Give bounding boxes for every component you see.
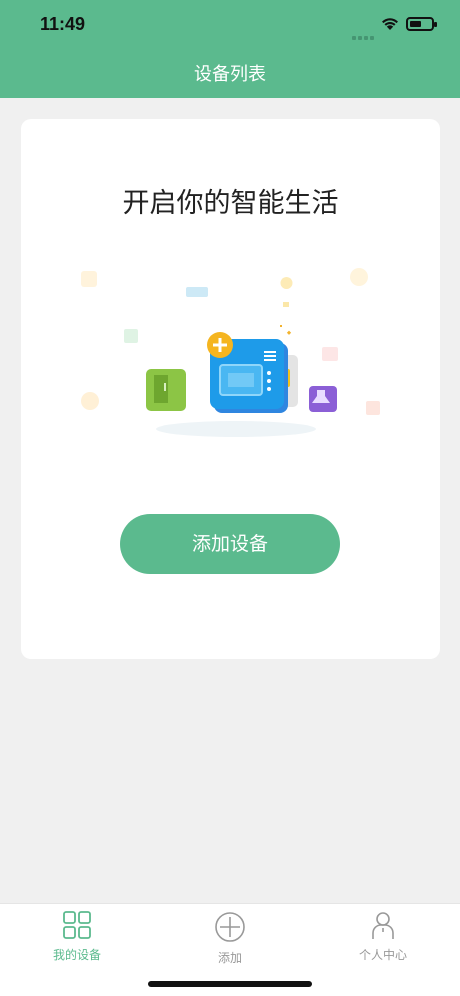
- status-bar: 11:49: [0, 0, 460, 50]
- tab-profile-label: 个人中心: [358, 948, 407, 962]
- tab-add[interactable]: 添加: [180, 910, 280, 966]
- add-device-button[interactable]: 添加设备: [120, 514, 340, 574]
- grid-icon: [63, 911, 91, 939]
- tab-my-devices[interactable]: 我的设备: [27, 910, 127, 963]
- battery-icon: [406, 17, 437, 31]
- tab-my-devices-label: 我的设备: [52, 948, 101, 962]
- person-icon: [372, 912, 394, 939]
- tab-add-label: 添加: [217, 951, 242, 965]
- status-time: 11:49: [40, 14, 86, 34]
- plus-circle-icon: [215, 912, 245, 942]
- top-header: 11:49 设备列表: [0, 0, 460, 98]
- page-title: 设备列表: [194, 64, 266, 85]
- home-indicator: [148, 981, 312, 987]
- empty-state-heading: 开启你的智能生活: [122, 188, 339, 219]
- empty-state-card: 开启你的智能生活 添加设备: [21, 119, 440, 659]
- wifi-icon: [382, 18, 398, 30]
- cellular-signal-icon: [352, 25, 376, 44]
- smart-appliances-illustration: [81, 268, 380, 437]
- tab-profile[interactable]: 个人中心: [333, 910, 433, 963]
